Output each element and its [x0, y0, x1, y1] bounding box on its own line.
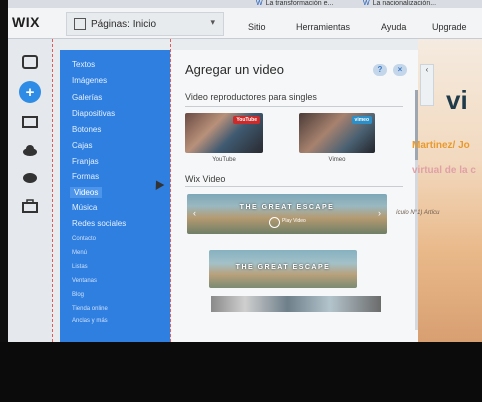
- menu-sitio[interactable]: Sitio: [248, 22, 266, 32]
- left-toolbar: +: [8, 39, 52, 342]
- pages-dropdown-label: Páginas: Inicio: [91, 18, 157, 30]
- bookmark-icon: W: [256, 0, 263, 7]
- monitor-bezel: [0, 342, 482, 402]
- bookmark-icon: W: [363, 0, 370, 7]
- close-button[interactable]: ×: [393, 64, 407, 76]
- category-videos[interactable]: Videos: [70, 187, 103, 198]
- category-contacto[interactable]: Contacto: [72, 236, 96, 242]
- pages-dropdown[interactable]: Páginas: Inicio ▾: [66, 12, 224, 36]
- browser-tab[interactable]: W La transformación e...: [256, 0, 333, 8]
- category-blog[interactable]: Blog: [72, 292, 84, 298]
- image-icon: [22, 116, 38, 128]
- divider: [185, 106, 403, 107]
- briefcase-icon: [22, 199, 38, 213]
- video-title: THE GREAT ESCAPE: [235, 264, 331, 271]
- store-tool[interactable]: [17, 195, 43, 217]
- category-diapositivas[interactable]: Diapositivas: [72, 109, 115, 118]
- monitor-screen: W La transformación e... W La nacionalizac…: [8, 0, 482, 342]
- category-redes-sociales[interactable]: Redes sociales: [72, 219, 126, 228]
- youtube-player-thumbnail[interactable]: YouTube: [185, 113, 263, 153]
- play-label: Play Video: [282, 218, 306, 224]
- chevron-down-icon: ▾: [210, 17, 215, 27]
- category-musica[interactable]: Música: [72, 203, 97, 212]
- menu-upgrade[interactable]: Upgrade: [432, 22, 467, 32]
- media-tool[interactable]: [17, 111, 43, 133]
- play-icon: [269, 217, 280, 228]
- site-heading: vi: [446, 85, 468, 115]
- browser-tab[interactable]: W La nacionalización...: [363, 0, 436, 8]
- plus-icon: +: [25, 83, 35, 101]
- cloud-icon: [23, 145, 37, 156]
- category-imagenes[interactable]: Imágenes: [72, 76, 107, 85]
- section-header-wix-video: Wix Video: [185, 174, 226, 184]
- wix-video-player-3[interactable]: [211, 296, 381, 312]
- wix-logo[interactable]: WIX: [12, 14, 40, 30]
- category-ventanas[interactable]: Ventanas: [72, 278, 97, 284]
- panel-title: Agregar un video: [185, 62, 285, 77]
- category-botones[interactable]: Botones: [72, 125, 101, 134]
- youtube-label: YouTube: [212, 157, 236, 163]
- category-formas[interactable]: Formas: [72, 172, 99, 181]
- browser-tab-strip: W La transformación e... W La nacionalizac…: [8, 0, 482, 8]
- category-menu[interactable]: Menú: [72, 250, 87, 256]
- collapse-panel-handle[interactable]: ‹: [420, 64, 434, 106]
- pages-icon: [74, 18, 86, 30]
- guide-line: [52, 39, 53, 342]
- site-subtitle: virtual de la c: [412, 165, 476, 176]
- category-textos[interactable]: Textos: [72, 60, 95, 69]
- upload-tool[interactable]: [17, 139, 43, 161]
- chevron-right-icon[interactable]: ›: [378, 208, 381, 218]
- guide-line: [170, 39, 171, 342]
- video-title: THE GREAT ESCAPE: [239, 204, 335, 211]
- divider: [185, 186, 403, 187]
- help-button[interactable]: ?: [373, 64, 387, 76]
- background-tool[interactable]: [17, 51, 43, 73]
- site-caption: ículo N°1) Artícu: [396, 210, 440, 216]
- menu-ayuda[interactable]: Ayuda: [381, 22, 406, 32]
- site-author: Martinez/ Jo: [412, 140, 470, 151]
- section-header-single-players: Video reproductores para singles: [185, 92, 317, 102]
- editor-top-bar: WIX Páginas: Inicio ▾ Sitio Herramientas…: [8, 8, 482, 39]
- chevron-left-icon: ‹: [425, 65, 429, 74]
- chat-icon: [23, 173, 37, 183]
- wix-video-player-2[interactable]: THE GREAT ESCAPE: [209, 250, 357, 288]
- category-galerias[interactable]: Galerías: [72, 93, 102, 102]
- add-button[interactable]: +: [19, 81, 41, 103]
- vimeo-badge: vimeo: [351, 116, 372, 124]
- menu-herramientas[interactable]: Herramientas: [296, 22, 350, 32]
- youtube-badge: YouTube: [233, 116, 260, 124]
- category-franjas[interactable]: Franjas: [72, 157, 99, 166]
- category-listas[interactable]: Listas: [72, 264, 88, 270]
- vimeo-player-thumbnail[interactable]: vimeo: [299, 113, 375, 153]
- wix-video-player-1[interactable]: THE GREAT ESCAPE Play Video ‹ ›: [187, 194, 387, 234]
- category-cajas[interactable]: Cajas: [72, 141, 92, 150]
- category-tienda-online[interactable]: Tienda online: [72, 306, 108, 312]
- chevron-left-icon[interactable]: ‹: [193, 208, 196, 218]
- category-anclas[interactable]: Anclas y más: [72, 318, 108, 324]
- add-video-panel: Agregar un video ? × Video reproductores…: [170, 50, 419, 342]
- mouse-cursor-icon: [151, 178, 165, 190]
- vimeo-label: Vimeo: [328, 157, 346, 163]
- add-categories-panel: Textos Imágenes Galerías Diapositivas Bo…: [60, 50, 170, 342]
- chat-tool[interactable]: [17, 167, 43, 189]
- page-icon: [22, 55, 38, 69]
